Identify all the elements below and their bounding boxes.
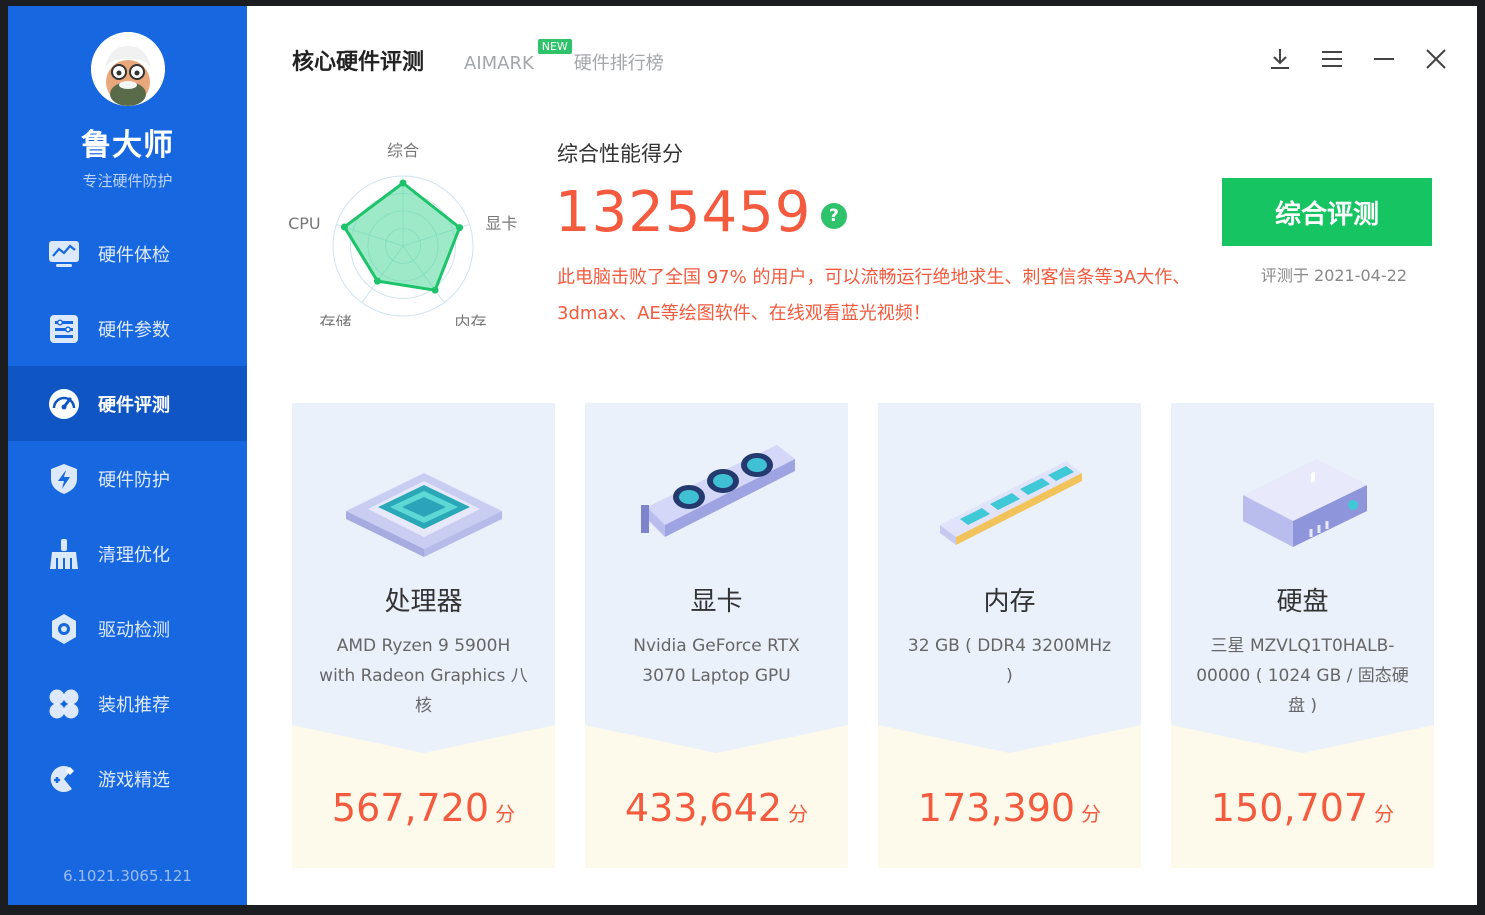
monitor-chart-icon — [49, 240, 79, 267]
tab-label: AIMARK — [464, 53, 534, 74]
sidebar-item-game-picks[interactable]: 游戏精选 — [8, 741, 247, 816]
radar-label-gpu: 显卡 — [485, 214, 517, 233]
gear-icon — [52, 613, 76, 644]
card-score: 567,720 分 — [292, 786, 555, 830]
app-version: 6.1021.3065.121 — [63, 867, 192, 885]
help-icon[interactable]: ? — [821, 202, 848, 229]
sidebar-item-label: 硬件防护 — [98, 469, 170, 491]
tab-hardware-ranking[interactable]: 硬件排行榜 — [574, 49, 664, 75]
memory-stick-icon — [939, 461, 1082, 545]
logo-area: 鲁大师 专注硬件防护 — [8, 32, 247, 191]
card-spec: Nvidia GeForce RTX 3070 Laptop GPU — [633, 636, 800, 686]
tab-bar: 核心硬件评测 AIMARK NEW 硬件排行榜 — [292, 39, 704, 76]
card-title: 内存 — [983, 587, 1036, 617]
card-score: 150,707 分 — [1171, 786, 1434, 830]
brand-slogan: 专注硬件防护 — [82, 172, 173, 190]
card-spec: AMD Ryzen 9 5900H with Radeon Graphics 八… — [319, 636, 528, 716]
radar-label-cpu: CPU — [288, 214, 321, 233]
gamepad-icon — [50, 765, 74, 792]
radar-point — [431, 286, 439, 294]
overall-score: 1325459? — [555, 180, 848, 245]
main-panel: 核心硬件评测 AIMARK NEW 硬件排行榜 综合 显卡 内存 存储 CPU … — [247, 6, 1477, 905]
card-score-value: 150,707 — [1210, 786, 1369, 830]
score-unit: 分 — [495, 802, 516, 826]
card-memory[interactable]: 内存 32 GB ( DDR4 3200MHz ) 173,390 分 — [878, 403, 1141, 868]
sidebar-item-driver-check[interactable]: 驱动检测 — [8, 591, 247, 666]
card-gpu[interactable]: 显卡 Nvidia GeForce RTX 3070 Laptop GPU 43… — [585, 403, 848, 868]
sidebar: 鲁大师 专注硬件防护 硬件体检 硬件参数 硬件评测 硬件防护 清理优化 驱动检测… — [8, 6, 247, 905]
sidebar-item-hardware-benchmark[interactable]: 硬件评测 — [8, 366, 247, 441]
speedometer-icon — [49, 388, 79, 419]
grid-icon — [49, 689, 79, 718]
brand-name: 鲁大师 — [81, 128, 174, 163]
card-cpu[interactable]: 处理器 AMD Ryzen 9 5900H with Radeon Graphi… — [292, 403, 555, 868]
radar-label-memory: 内存 — [454, 313, 486, 326]
sidebar-item-label: 游戏精选 — [98, 769, 170, 791]
performance-radar-chart: 综合 显卡 内存 存储 CPU — [288, 141, 517, 326]
sidebar-item-label: 硬件评测 — [98, 394, 170, 416]
score-unit: 分 — [788, 802, 809, 826]
sidebar-item-label: 驱动检测 — [98, 619, 170, 641]
sidebar-item-build-recommend[interactable]: 装机推荐 — [8, 666, 247, 741]
sidebar-nav: 硬件体检 硬件参数 硬件评测 硬件防护 清理优化 驱动检测 装机推荐 游戏精选 — [8, 216, 247, 816]
list-icon — [50, 314, 78, 343]
card-score-value: 567,720 — [331, 786, 490, 830]
card-score-value: 173,390 — [917, 786, 1076, 830]
card-title: 硬盘 — [1276, 587, 1329, 617]
tab-aimark[interactable]: AIMARK NEW — [464, 39, 572, 74]
sidebar-item-label: 清理优化 — [98, 544, 170, 566]
sidebar-item-hardware-check[interactable]: 硬件体检 — [8, 216, 247, 291]
avatar — [90, 32, 165, 106]
score-unit: 分 — [1374, 802, 1395, 826]
card-spec: 32 GB ( DDR4 3200MHz ) — [907, 636, 1112, 686]
broom-icon — [50, 538, 78, 569]
graphics-card-icon — [640, 445, 795, 537]
radar-point — [399, 179, 407, 187]
sidebar-item-label: 硬件体检 — [98, 244, 170, 266]
overall-score-value: 1325459 — [555, 180, 812, 245]
radar-label-overall: 综合 — [387, 141, 419, 160]
sidebar-item-label: 硬件参数 — [98, 319, 170, 341]
card-score: 173,390 分 — [878, 786, 1141, 830]
card-score-value: 433,642 — [624, 786, 783, 830]
sidebar-item-hardware-params[interactable]: 硬件参数 — [8, 291, 247, 366]
cpu-chip-icon — [345, 473, 502, 557]
benchmark-date: 评测于 2021-04-22 — [1260, 266, 1407, 285]
overall-benchmark-button[interactable]: 综合评测 — [1222, 178, 1432, 246]
shield-bolt-icon — [51, 463, 77, 494]
sidebar-item-clean-optimize[interactable]: 清理优化 — [8, 516, 247, 591]
score-description: 此电脑击败了全国 97% 的用户，可以流畅运行绝地求生、刺客信条等3A大作、3d… — [557, 267, 1191, 324]
sidebar-item-hardware-protect[interactable]: 硬件防护 — [8, 441, 247, 516]
hard-drive-icon — [1242, 459, 1367, 547]
window-controls — [1265, 44, 1451, 74]
mascot-icon — [90, 32, 165, 106]
card-spec: 三星 MZVLQ1T0HALB-00000 ( 1024 GB / 固态硬盘 ) — [1196, 636, 1409, 716]
radar-point — [340, 223, 348, 231]
new-badge: NEW — [537, 39, 572, 54]
radar-label-storage: 存储 — [319, 313, 351, 326]
card-title: 显卡 — [690, 587, 743, 617]
card-disk[interactable]: 硬盘 三星 MZVLQ1T0HALB-00000 ( 1024 GB / 固态硬… — [1171, 403, 1434, 868]
minimize-icon[interactable] — [1369, 44, 1399, 74]
menu-icon[interactable] — [1317, 44, 1347, 74]
score-title: 综合性能得分 — [557, 142, 683, 166]
card-score: 433,642 分 — [585, 786, 848, 830]
sidebar-item-label: 装机推荐 — [98, 694, 170, 716]
card-title: 处理器 — [384, 587, 463, 617]
radar-point — [373, 277, 381, 285]
app-window: 鲁大师 专注硬件防护 硬件体检 硬件参数 硬件评测 硬件防护 清理优化 驱动检测… — [8, 6, 1477, 905]
download-icon[interactable] — [1265, 44, 1295, 74]
radar-point — [456, 224, 464, 232]
radar-area — [342, 181, 462, 292]
close-icon[interactable] — [1421, 44, 1451, 74]
tab-core-benchmark[interactable]: 核心硬件评测 — [292, 44, 424, 76]
score-unit: 分 — [1081, 802, 1102, 826]
hardware-cards: 处理器 AMD Ryzen 9 5900H with Radeon Graphi… — [292, 403, 1434, 868]
